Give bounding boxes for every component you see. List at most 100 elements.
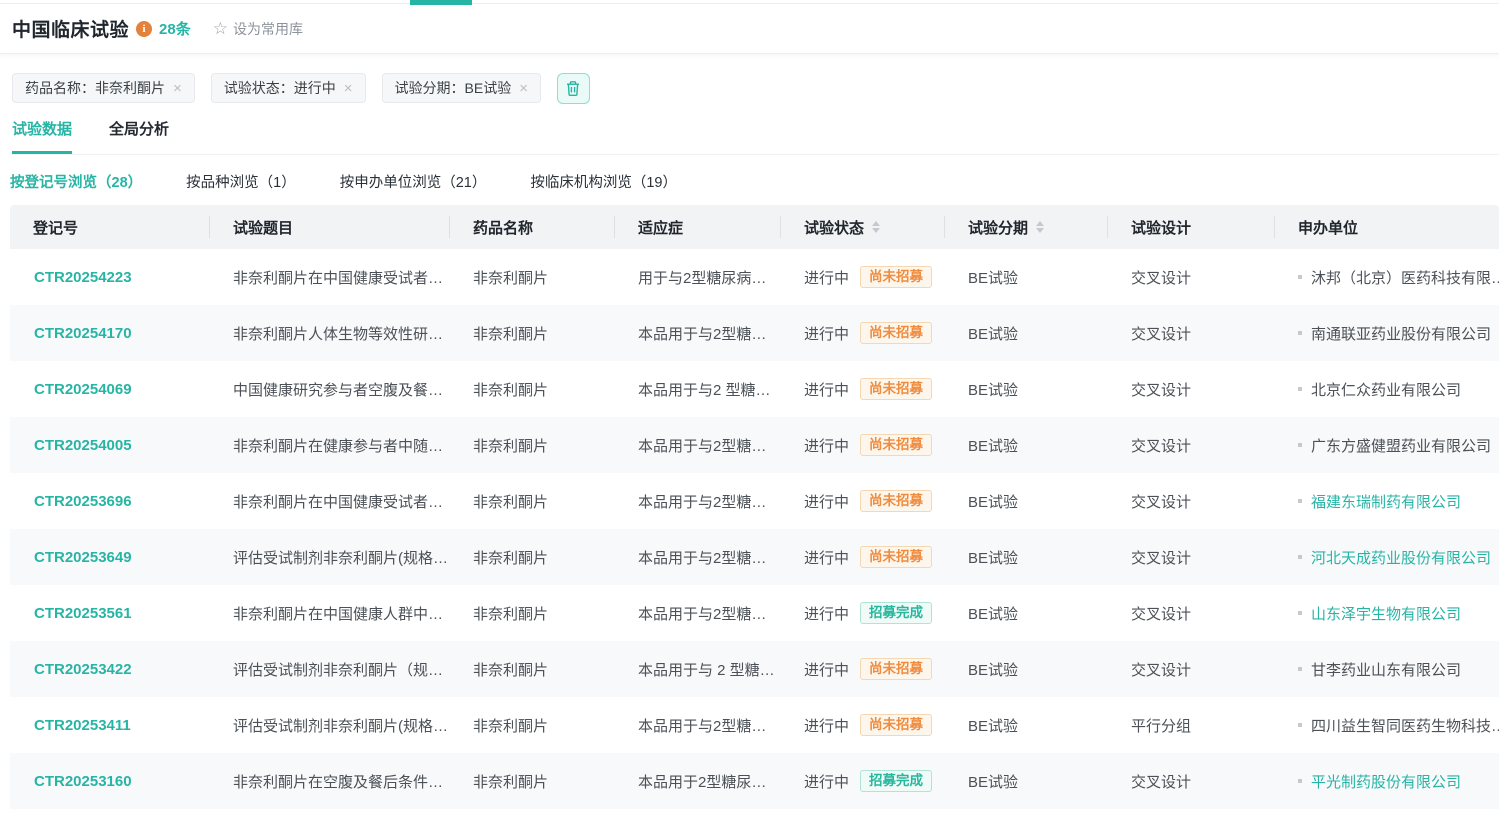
drug-name-cell: 非奈利酮片 [450, 417, 615, 473]
indication-cell: 本品用于与2型糖… [615, 697, 781, 753]
status-text: 进行中 [804, 603, 849, 624]
title-bar: 中国临床试验 i 28条 ☆ 设为常用库 [0, 4, 1499, 54]
tab-inactive[interactable]: 全局分析 [109, 118, 169, 154]
subtab[interactable]: 按登记号浏览（28） [10, 171, 142, 192]
sponsor-name[interactable]: 北京仁众药业有限公司 [1311, 379, 1461, 400]
trial-title-cell: 评估受试制剂非奈利酮片（规… [210, 641, 450, 697]
table-header-row: 登记号 试验题目 药品名称 适应症 试验状态 试验分期 [10, 205, 1499, 249]
sponsor-name[interactable]: 沐邦（北京）医药科技有限… [1311, 267, 1499, 288]
filter-tag-label: 试验状态：进行中 [224, 78, 336, 98]
column-header[interactable]: 试验设计 [1108, 205, 1275, 249]
column-label: 适应症 [638, 217, 683, 238]
column-header[interactable]: 申办单位 [1275, 205, 1499, 249]
bullet-icon [1298, 275, 1302, 279]
recruitment-badge: 尚未招募 [860, 434, 932, 457]
indication-cell: 本品用于与 2 型糖… [615, 641, 781, 697]
subtab[interactable]: 按品种浏览（1） [186, 171, 296, 192]
table-row[interactable]: CTR20254069 中国健康研究参与者空腹及餐… 非奈利酮片 本品用于与2 … [10, 361, 1499, 417]
subtab[interactable]: 按临床机构浏览（19） [530, 171, 677, 192]
registration-id-link[interactable]: CTR20253649 [10, 529, 210, 585]
sponsor-name[interactable]: 河北天成药业股份有限公司 [1311, 547, 1491, 568]
active-top-tab-indicator[interactable] [410, 0, 472, 5]
column-label: 试验分期 [968, 217, 1028, 238]
filter-tag: 试验分期：BE试验 × [382, 73, 541, 103]
table-row[interactable]: CTR20253561 非奈利酮片在中国健康人群中… 非奈利酮片 本品用于与2型… [10, 585, 1499, 641]
table-row[interactable]: CTR20253649 评估受试制剂非奈利酮片(规格… 非奈利酮片 本品用于与2… [10, 529, 1499, 585]
trash-icon [565, 80, 581, 97]
column-label: 登记号 [33, 217, 78, 238]
phase-cell: BE试验 [945, 417, 1108, 473]
filter-tag-label: 药品名称：非奈利酮片 [25, 78, 165, 98]
bullet-icon [1298, 443, 1302, 447]
column-header[interactable]: 试验分期 [945, 205, 1108, 249]
indication-cell: 本品用于与2型糖… [615, 473, 781, 529]
sponsor-name[interactable]: 福建东瑞制药有限公司 [1311, 491, 1461, 512]
column-header[interactable]: 适应症 [615, 205, 781, 249]
drug-name-cell: 非奈利酮片 [450, 697, 615, 753]
table-row[interactable]: CTR20254223 非奈利酮片在中国健康受试者… 非奈利酮片 用于与2型糖尿… [10, 249, 1499, 305]
remove-filter-icon[interactable]: × [519, 81, 528, 96]
subtab[interactable]: 按申办单位浏览（21） [340, 171, 487, 192]
table-row[interactable]: CTR20253160 非奈利酮片在空腹及餐后条件… 非奈利酮片 本品用于2型糖… [10, 753, 1499, 809]
table-row[interactable]: CTR20253696 非奈利酮片在中国健康受试者… 非奈利酮片 本品用于与2型… [10, 473, 1499, 529]
design-cell: 交叉设计 [1108, 249, 1275, 305]
sponsor-name[interactable]: 四川益生智同医药生物科技… [1311, 715, 1499, 736]
status-text: 进行中 [804, 491, 849, 512]
sort-icon[interactable] [872, 221, 880, 233]
drug-name-cell: 非奈利酮片 [450, 361, 615, 417]
sponsor-name[interactable]: 甘李药业山东有限公司 [1311, 659, 1461, 680]
registration-id-link[interactable]: CTR20253561 [10, 585, 210, 641]
table-row[interactable]: CTR20254005 非奈利酮片在健康参与者中随… 非奈利酮片 本品用于与2型… [10, 417, 1499, 473]
page-title: 中国临床试验 [12, 15, 129, 42]
sponsor-name[interactable]: 山东泽宇生物有限公司 [1311, 603, 1461, 624]
registration-id-link[interactable]: CTR20254005 [10, 417, 210, 473]
design-cell: 交叉设计 [1108, 305, 1275, 361]
sponsor-name[interactable]: 平光制药股份有限公司 [1311, 771, 1461, 792]
sort-icon[interactable] [1036, 221, 1044, 233]
set-favorite-button[interactable]: ☆ 设为常用库 [213, 19, 303, 39]
trial-title-cell: 非奈利酮片在健康参与者中随… [210, 417, 450, 473]
sponsor-name[interactable]: 南通联亚药业股份有限公司 [1311, 323, 1491, 344]
phase-cell: BE试验 [945, 249, 1108, 305]
indication-cell: 本品用于与2 型糖… [615, 361, 781, 417]
recruitment-badge: 尚未招募 [860, 714, 932, 737]
column-label: 试验状态 [804, 217, 864, 238]
registration-id-link[interactable]: CTR20253160 [10, 753, 210, 809]
remove-filter-icon[interactable]: × [344, 81, 353, 96]
registration-id-link[interactable]: CTR20254170 [10, 305, 210, 361]
registration-id-link[interactable]: CTR20253422 [10, 641, 210, 697]
tab-active[interactable]: 试验数据 [12, 118, 72, 154]
filter-tag-label: 试验分期：BE试验 [395, 78, 512, 98]
star-icon: ☆ [213, 20, 228, 37]
design-cell: 平行分组 [1108, 697, 1275, 753]
registration-id-link[interactable]: CTR20253696 [10, 473, 210, 529]
sponsor-name[interactable]: 广东方盛健盟药业有限公司 [1311, 435, 1491, 456]
drug-name-cell: 非奈利酮片 [450, 249, 615, 305]
registration-id-link[interactable]: CTR20254069 [10, 361, 210, 417]
registration-id-link[interactable]: CTR20253411 [10, 697, 210, 753]
column-label: 申办单位 [1298, 217, 1358, 238]
table-row[interactable]: CTR20253422 评估受试制剂非奈利酮片（规… 非奈利酮片 本品用于与 2… [10, 641, 1499, 697]
column-header[interactable]: 药品名称 [450, 205, 615, 249]
info-icon[interactable]: i [136, 21, 152, 37]
sponsor-cell: 平光制药股份有限公司 [1275, 753, 1499, 809]
bullet-icon [1298, 499, 1302, 503]
registration-id-link[interactable]: CTR20254223 [10, 249, 210, 305]
table-row[interactable]: CTR20254170 非奈利酮片人体生物等效性研… 非奈利酮片 本品用于与2型… [10, 305, 1499, 361]
recruitment-badge: 尚未招募 [860, 658, 932, 681]
sponsor-cell: 河北天成药业股份有限公司 [1275, 529, 1499, 585]
column-header[interactable]: 登记号 [10, 205, 210, 249]
column-header[interactable]: 试验题目 [210, 205, 450, 249]
status-text: 进行中 [804, 547, 849, 568]
column-header[interactable]: 试验状态 [781, 205, 945, 249]
indication-cell: 本品用于与2型糖… [615, 529, 781, 585]
status-text: 进行中 [804, 379, 849, 400]
indication-cell: 本品用于与2型糖… [615, 305, 781, 361]
table-row[interactable]: CTR20253411 评估受试制剂非奈利酮片(规格… 非奈利酮片 本品用于与2… [10, 697, 1499, 753]
remove-filter-icon[interactable]: × [173, 81, 182, 96]
status-text: 进行中 [804, 659, 849, 680]
clear-all-filters-button[interactable] [557, 73, 590, 104]
bullet-icon [1298, 667, 1302, 671]
design-cell: 交叉设计 [1108, 529, 1275, 585]
recruitment-badge: 招募完成 [860, 602, 932, 625]
